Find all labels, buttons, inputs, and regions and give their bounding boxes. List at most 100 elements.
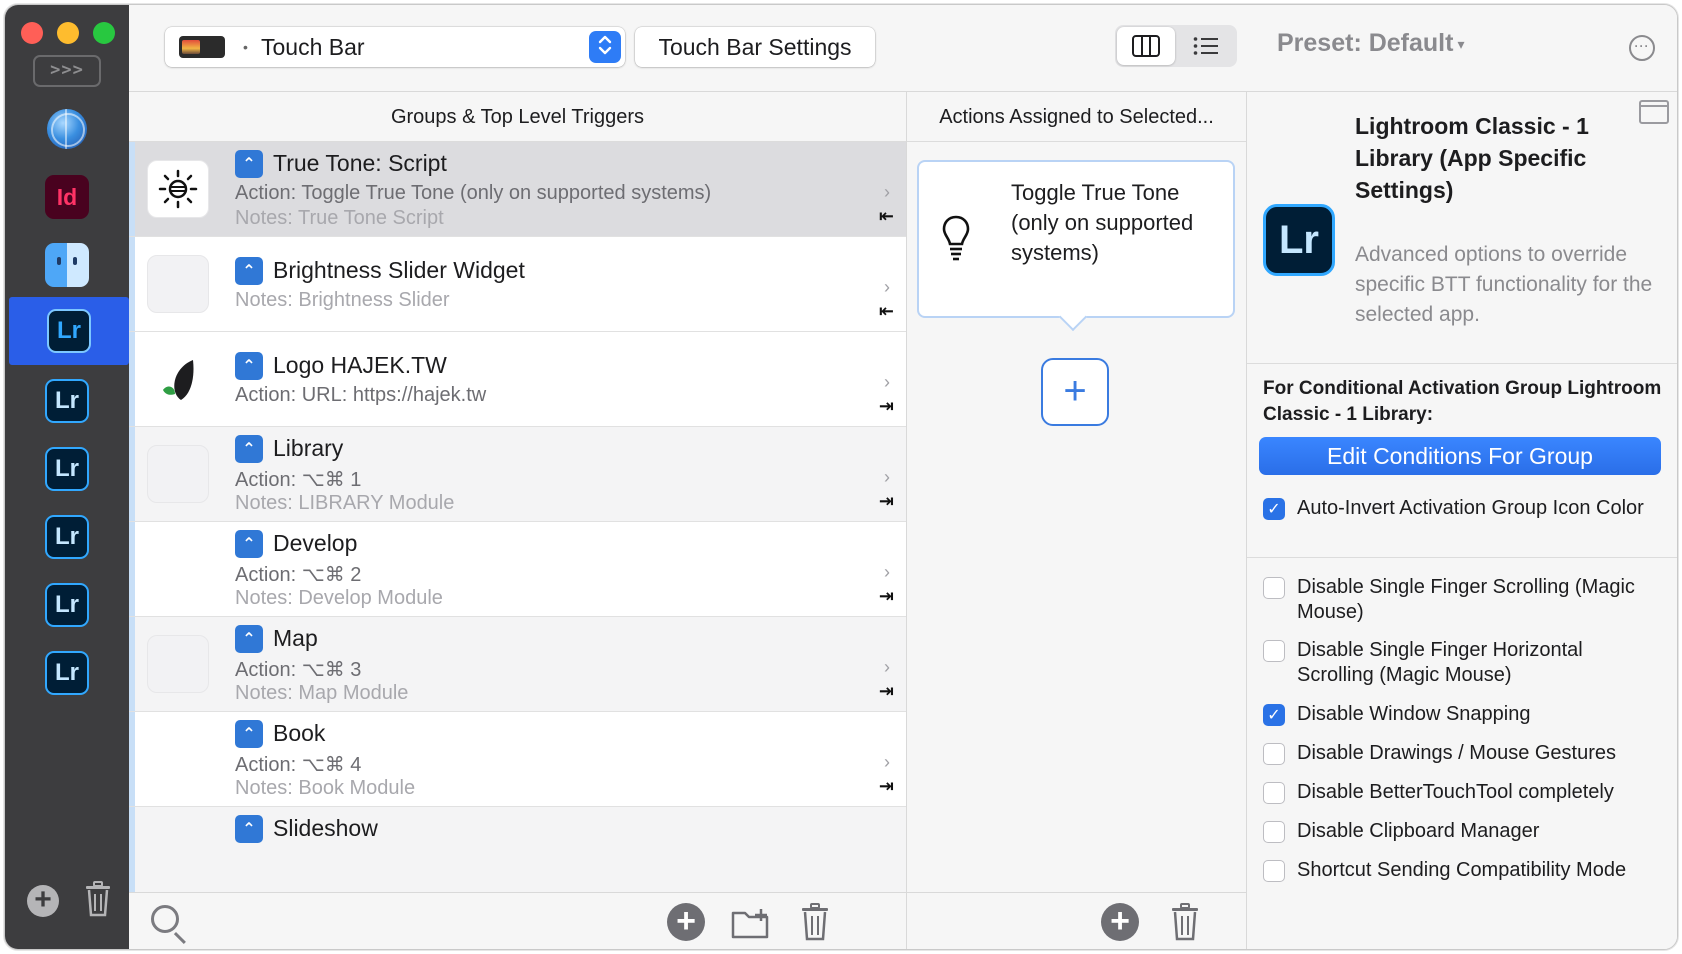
app-item-lightroom[interactable]: Lr	[5, 569, 129, 641]
option-label: Disable Window Snapping	[1297, 703, 1531, 725]
close-window-button[interactable]	[21, 22, 43, 44]
search-icon[interactable]	[151, 905, 179, 933]
chevron-right-icon: ›	[884, 562, 890, 582]
device-type-select[interactable]: • Touch Bar	[165, 27, 625, 67]
action-card-label: Toggle True Tone (only on supported syst…	[1011, 180, 1194, 265]
row-title: True Tone: Script	[273, 150, 447, 176]
row-title: Brightness Slider Widget	[273, 257, 525, 283]
option-shortcut-compatibility[interactable]: Shortcut Sending Compatibility Mode	[1263, 858, 1663, 883]
option-label: Disable Clipboard Manager	[1297, 820, 1540, 842]
expand-sidebar-button[interactable]: >>>	[33, 55, 101, 87]
actions-pane: Actions Assigned to Selected... Toggle T…	[907, 92, 1247, 892]
row-action: Action: ⌥⌘ 3	[235, 659, 362, 681]
touch-bar-settings-button[interactable]: Touch Bar Settings	[635, 27, 875, 67]
option-disable-clipboard[interactable]: Disable Clipboard Manager	[1263, 819, 1663, 844]
trigger-badge-icon: ⌃	[235, 257, 263, 285]
group-row-develop[interactable]: ⌃ Develop Action: ⌥⌘ 2 Notes: Develop Mo…	[129, 522, 906, 617]
align-right-icon: ⇥	[878, 491, 894, 511]
checkbox[interactable]	[1263, 743, 1285, 765]
lightroom-app-icon: Lr	[47, 309, 91, 353]
row-title: Map	[273, 625, 318, 651]
column-view-button[interactable]	[1117, 27, 1175, 65]
add-action-button[interactable]: +	[1041, 358, 1109, 426]
app-item-lightroom[interactable]: Lr	[5, 637, 129, 709]
row-strip	[129, 807, 135, 892]
group-row-slideshow[interactable]: ⌃ Slideshow	[129, 807, 906, 892]
add-trigger-button[interactable]: +	[667, 903, 705, 941]
align-right-icon: ⇥	[878, 586, 894, 606]
trash-icon[interactable]	[1171, 903, 1199, 941]
row-strip	[129, 332, 135, 426]
columns-icon	[1132, 35, 1160, 57]
edit-conditions-button[interactable]: Edit Conditions For Group	[1259, 437, 1661, 475]
option-label: Disable Single Finger Horizontal Scrolli…	[1297, 639, 1583, 686]
zoom-window-button[interactable]	[93, 22, 115, 44]
chevron-right-icon: ›	[884, 372, 890, 392]
app-item-indesign[interactable]: Id	[5, 161, 129, 233]
app-item-lightroom[interactable]: Lr	[5, 365, 129, 437]
group-row-library[interactable]: ⌃ Library Action: ⌥⌘ 1 Notes: LIBRARY Mo…	[129, 427, 906, 522]
preset-menu[interactable]: Preset: Default ▾	[1277, 29, 1464, 58]
option-auto-invert[interactable]: ✓ Auto-Invert Activation Group Icon Colo…	[1263, 496, 1663, 521]
lightroom-app-icon: Lr	[45, 651, 89, 695]
groups-list: ⌃ True Tone: Script Action: Toggle True …	[129, 142, 906, 892]
preset-label: Preset: Default	[1277, 29, 1454, 57]
app-item-lightroom-selected[interactable]: Lr	[9, 297, 129, 365]
option-disable-btt[interactable]: Disable BetterTouchTool completely	[1263, 780, 1663, 805]
row-title: Logo HAJEK.TW	[273, 352, 447, 378]
option-disable-drawings[interactable]: Disable Drawings / Mouse Gestures	[1263, 741, 1663, 766]
checkbox-checked[interactable]: ✓	[1263, 498, 1285, 520]
trash-icon[interactable]	[85, 881, 111, 917]
row-title: Book	[273, 720, 326, 746]
checkbox[interactable]	[1263, 821, 1285, 843]
more-options-icon[interactable]: ···	[1629, 35, 1655, 61]
lightroom-app-icon: Lr	[1263, 204, 1335, 276]
align-right-icon: ⇥	[878, 396, 894, 416]
inspector-panel: Lr Lightroom Classic - 1 Library (App Sp…	[1247, 92, 1677, 949]
add-app-button[interactable]: +	[27, 885, 59, 917]
app-item-lightroom[interactable]: Lr	[5, 501, 129, 573]
option-disable-single-finger-scrolling[interactable]: Disable Single Finger Scrolling (Magic M…	[1263, 575, 1663, 625]
sun-icon	[147, 160, 209, 218]
group-row-map[interactable]: ⌃ Map Action: ⌥⌘ 3 Notes: Map Module › ⇥	[129, 617, 906, 712]
trigger-badge-icon: ⌃	[235, 435, 263, 463]
option-label: Disable BetterTouchTool completely	[1297, 781, 1614, 803]
new-folder-icon[interactable]	[731, 907, 773, 939]
widget-thumbnail	[147, 255, 209, 313]
app-item-globe[interactable]	[5, 93, 129, 165]
row-action: Action: ⌥⌘ 2	[235, 564, 362, 586]
add-action-footer-button[interactable]: +	[1101, 903, 1139, 941]
select-arrows-icon	[589, 31, 621, 63]
trigger-badge-icon: ⌃	[235, 530, 263, 558]
checkbox[interactable]	[1263, 577, 1285, 599]
option-disable-window-snapping[interactable]: ✓ Disable Window Snapping	[1263, 702, 1663, 727]
checkbox-checked[interactable]: ✓	[1263, 704, 1285, 726]
chevron-right-icon: ›	[884, 182, 890, 202]
trash-icon[interactable]	[801, 903, 829, 941]
align-right-icon: ⇥	[878, 776, 894, 796]
app-item-lightroom[interactable]: Lr	[5, 433, 129, 505]
list-view-button[interactable]	[1177, 27, 1235, 65]
toolbar: • Touch Bar Touch Bar Settings Preset: D…	[129, 5, 1677, 92]
group-row-brightness[interactable]: ⌃ Brightness Slider Widget Notes: Bright…	[129, 237, 906, 332]
inspector-title: Lightroom Classic - 1 Library (App Speci…	[1355, 113, 1589, 203]
group-row-logo[interactable]: ⌃ Logo HAJEK.TW Action: URL: https://haj…	[129, 332, 906, 427]
checkbox[interactable]	[1263, 782, 1285, 804]
group-row-book[interactable]: ⌃ Book Action: ⌥⌘ 4 Notes: Book Module ›…	[129, 712, 906, 807]
app-item-finder[interactable]	[5, 229, 129, 301]
row-title: Slideshow	[273, 815, 378, 841]
action-card[interactable]: Toggle True Tone (only on supported syst…	[917, 160, 1235, 318]
chevron-down-icon: ▾	[1457, 35, 1465, 52]
trigger-badge-icon: ⌃	[235, 815, 263, 843]
row-title: Develop	[273, 530, 358, 556]
checkbox[interactable]	[1263, 640, 1285, 662]
row-action: Action: ⌥⌘ 1	[235, 469, 362, 491]
chevron-right-icon: ›	[884, 657, 890, 677]
chevron-right-icon: ›	[884, 752, 890, 772]
minimize-window-button[interactable]	[57, 22, 79, 44]
align-right-icon: ⇥	[878, 681, 894, 701]
group-row-true-tone[interactable]: ⌃ True Tone: Script Action: Toggle True …	[129, 142, 906, 237]
device-dot: •	[243, 39, 248, 55]
checkbox[interactable]	[1263, 860, 1285, 882]
option-disable-horizontal-scrolling[interactable]: Disable Single Finger Horizontal Scrolli…	[1263, 638, 1663, 688]
